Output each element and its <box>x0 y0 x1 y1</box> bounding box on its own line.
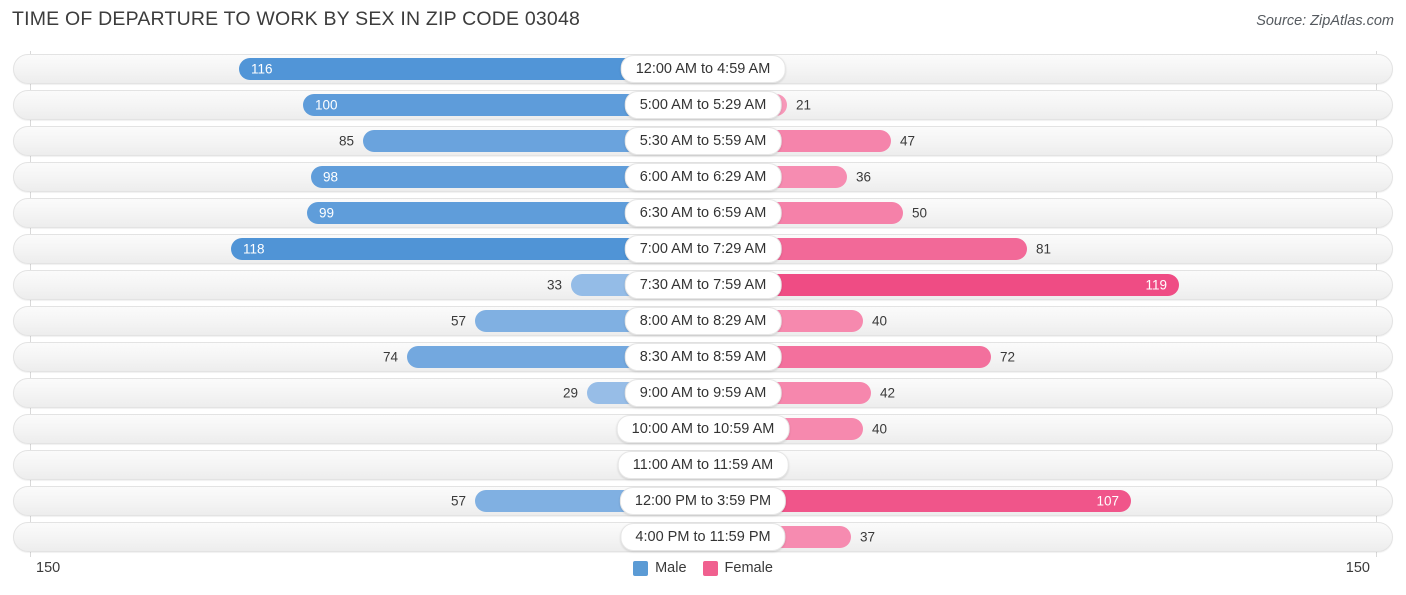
male-bar-value: 118 <box>243 241 265 257</box>
female-bar-value: 50 <box>912 205 928 221</box>
male-bar-value: 57 <box>450 493 466 509</box>
legend-label: Female <box>724 560 773 576</box>
chart-root: TIME OF DEPARTURE TO WORK BY SEX IN ZIP … <box>0 0 1406 595</box>
female-bar-value: 47 <box>900 133 916 149</box>
table-row[interactable]: 29 42 9:00 AM to 9:59 AM <box>13 378 1393 408</box>
table-row[interactable]: 98 36 6:00 AM to 6:29 AM <box>13 162 1393 192</box>
table-row[interactable]: 54010:00 AM to 10:59 AM <box>13 414 1393 444</box>
female-bar-value: 42 <box>880 385 896 401</box>
female-bar-value: 21 <box>796 97 812 113</box>
female-bar-value: 119 <box>1145 277 1167 293</box>
male-bar-value: 85 <box>338 133 354 149</box>
category-label[interactable]: 6:00 AM to 6:29 AM <box>624 163 782 191</box>
table-row[interactable]: 9374:00 PM to 11:59 PM <box>13 522 1393 552</box>
page-title: TIME OF DEPARTURE TO WORK BY SEX IN ZIP … <box>12 8 581 30</box>
category-label[interactable]: 7:00 AM to 7:29 AM <box>624 235 782 263</box>
female-bar-value: 36 <box>856 169 872 185</box>
table-row[interactable]: 118 81 7:00 AM to 7:29 AM <box>13 234 1393 264</box>
female-bar-value: 107 <box>1096 493 1119 509</box>
legend-swatch-icon <box>633 560 649 576</box>
table-row[interactable]: 85 47 5:30 AM to 5:59 AM <box>13 126 1393 156</box>
table-row[interactable]: 74 72 8:30 AM to 8:59 AM <box>13 342 1393 372</box>
legend-label: Male <box>655 560 687 576</box>
category-label[interactable]: 12:00 AM to 4:59 AM <box>620 55 786 83</box>
female-bar-value: 81 <box>1036 241 1052 257</box>
male-bar-value: 57 <box>450 313 466 329</box>
category-label[interactable]: 9:00 AM to 9:59 AM <box>624 379 782 407</box>
male-bar-value: 74 <box>382 349 398 365</box>
category-label[interactable]: 10:00 AM to 10:59 AM <box>616 415 790 443</box>
table-row[interactable]: 33 119 7:30 AM to 7:59 AM <box>13 270 1393 300</box>
female-bar-value: 37 <box>860 529 876 545</box>
female-bar-value: 40 <box>872 421 888 437</box>
table-row[interactable]: 57 40 8:00 AM to 8:29 AM <box>13 306 1393 336</box>
table-row[interactable]: 100 21 5:00 AM to 5:29 AM <box>13 90 1393 120</box>
legend-item-male[interactable]: Male <box>633 560 687 576</box>
category-label[interactable]: 7:30 AM to 7:59 AM <box>624 271 782 299</box>
category-label[interactable]: 11:00 AM to 11:59 AM <box>617 451 789 479</box>
plot-area: 1161112:00 AM to 4:59 AM 100 21 5:00 AM to … <box>13 51 1393 557</box>
legend-item-female[interactable]: Female <box>702 560 773 576</box>
category-label[interactable]: 12:00 PM to 3:59 PM <box>619 487 787 515</box>
male-bar-value: 100 <box>315 97 338 113</box>
female-bar-value: 40 <box>872 313 888 329</box>
legend: Male Female <box>0 560 1406 576</box>
table-row[interactable]: 1161112:00 AM to 4:59 AM <box>13 54 1393 84</box>
category-label[interactable]: 8:30 AM to 8:59 AM <box>624 343 782 371</box>
category-label[interactable]: 5:00 AM to 5:29 AM <box>624 91 782 119</box>
female-bar-value: 72 <box>1000 349 1016 365</box>
male-bar-value: 99 <box>319 205 335 221</box>
male-bar-value: 116 <box>251 61 273 77</box>
category-label[interactable]: 8:00 AM to 8:29 AM <box>624 307 782 335</box>
table-row[interactable]: 57 107 12:00 PM to 3:59 PM <box>13 486 1393 516</box>
legend-swatch-icon <box>702 560 718 576</box>
table-row[interactable]: 99 50 6:30 AM to 6:59 AM <box>13 198 1393 228</box>
category-label[interactable]: 4:00 PM to 11:59 PM <box>620 523 786 551</box>
male-bar-value: 29 <box>562 385 578 401</box>
category-label[interactable]: 5:30 AM to 5:59 AM <box>624 127 782 155</box>
male-bar-value: 33 <box>546 277 562 293</box>
table-row[interactable]: 0011:00 AM to 11:59 AM <box>13 450 1393 480</box>
category-label[interactable]: 6:30 AM to 6:59 AM <box>624 199 782 227</box>
male-bar-value: 98 <box>323 169 339 185</box>
source-attribution: Source: ZipAtlas.com <box>1256 13 1394 29</box>
